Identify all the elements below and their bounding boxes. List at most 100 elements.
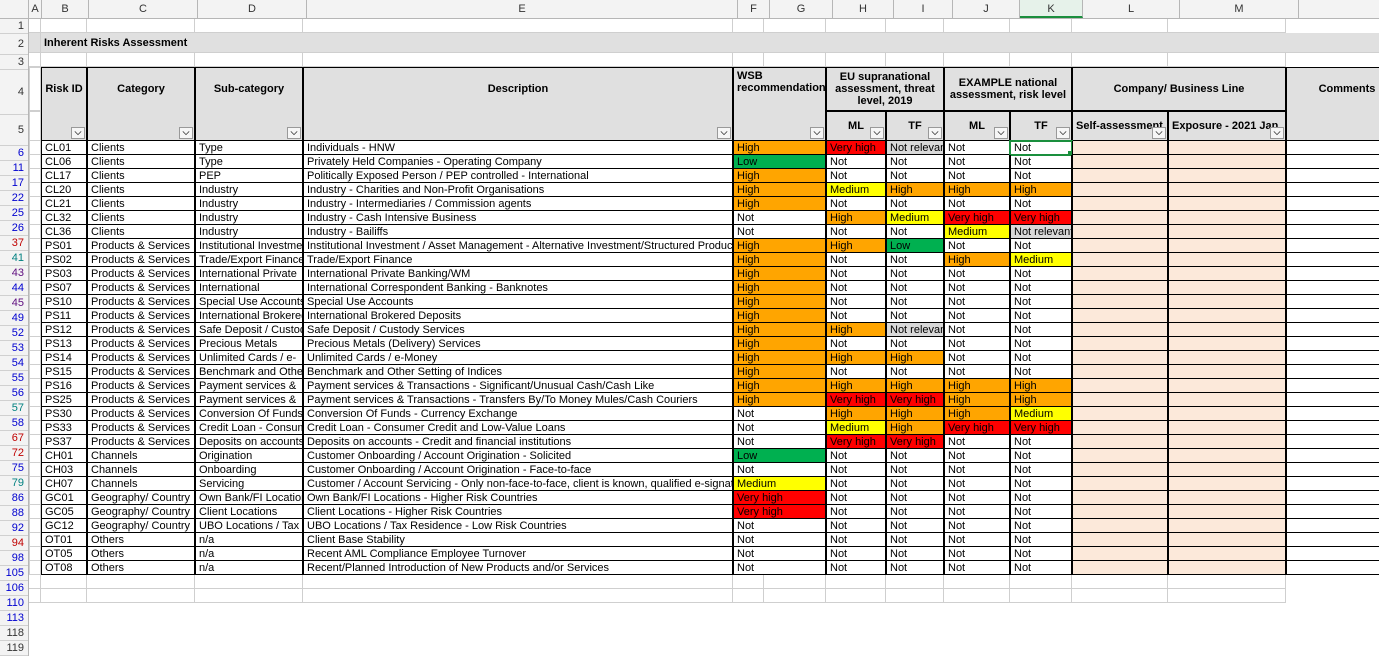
cell[interactable] — [1168, 197, 1286, 211]
cell[interactable]: Conversion Of Funds - — [195, 407, 303, 421]
row-number[interactable]: 6 — [0, 146, 28, 161]
cell[interactable]: Not — [826, 337, 886, 351]
cell[interactable] — [29, 309, 41, 323]
cell[interactable] — [1072, 365, 1168, 379]
cell[interactable]: Products & Services — [87, 393, 195, 407]
filter-eu-tf[interactable] — [928, 127, 942, 139]
col-A[interactable]: A — [29, 0, 42, 18]
cell[interactable] — [1286, 505, 1379, 519]
cell[interactable] — [1286, 155, 1379, 169]
cell[interactable]: Not — [826, 561, 886, 575]
cell[interactable]: Payment services & Transactions - Signif… — [303, 379, 733, 393]
row-number[interactable]: 94 — [0, 536, 28, 551]
cell[interactable]: Not — [1010, 309, 1072, 323]
filter-riskid[interactable] — [71, 127, 85, 139]
cell[interactable]: Not — [944, 547, 1010, 561]
cell[interactable] — [1072, 477, 1168, 491]
cell[interactable] — [1286, 365, 1379, 379]
cell[interactable] — [29, 253, 41, 267]
cell[interactable]: High — [733, 141, 826, 155]
cell[interactable]: Products & Services — [87, 267, 195, 281]
cell[interactable]: Special Use Accounts — [195, 295, 303, 309]
cell[interactable]: Own Bank/FI Locations - Higher Risk Coun… — [303, 491, 733, 505]
cell[interactable] — [29, 239, 41, 253]
row-number[interactable]: 11 — [0, 161, 28, 176]
row-number[interactable]: 44 — [0, 281, 28, 296]
row-number[interactable]: 113 — [0, 611, 28, 626]
cell[interactable]: Politically Exposed Person / PEP control… — [303, 169, 733, 183]
cell[interactable]: High — [733, 309, 826, 323]
cell[interactable]: Not — [826, 295, 886, 309]
cell[interactable]: Not — [1010, 239, 1072, 253]
cell[interactable] — [29, 393, 41, 407]
cell[interactable]: Not — [944, 519, 1010, 533]
cell[interactable]: High — [733, 267, 826, 281]
cell[interactable]: OT01 — [41, 533, 87, 547]
cell[interactable] — [1072, 547, 1168, 561]
cell[interactable]: Special Use Accounts — [303, 295, 733, 309]
cell[interactable]: High — [733, 323, 826, 337]
cell[interactable] — [1286, 351, 1379, 365]
filter-eu-ml[interactable] — [870, 127, 884, 139]
cell[interactable]: Products & Services — [87, 281, 195, 295]
cell[interactable]: International Brokered Deposits — [303, 309, 733, 323]
cell[interactable]: Not — [826, 225, 886, 239]
cell[interactable]: GC01 — [41, 491, 87, 505]
cell[interactable]: Very high — [944, 211, 1010, 225]
cell[interactable]: Not — [1010, 323, 1072, 337]
cell[interactable] — [1072, 225, 1168, 239]
cell[interactable] — [1286, 407, 1379, 421]
cell[interactable]: Others — [87, 533, 195, 547]
cell[interactable]: Institutional Investment — [195, 239, 303, 253]
cell[interactable]: Geography/ Country — [87, 491, 195, 505]
cell[interactable] — [1168, 295, 1286, 309]
cell[interactable]: High — [733, 365, 826, 379]
row-number[interactable]: 58 — [0, 416, 28, 431]
cell[interactable]: Not — [886, 197, 944, 211]
cell[interactable]: n/a — [195, 561, 303, 575]
cell[interactable]: Clients — [87, 225, 195, 239]
cell[interactable]: Others — [87, 547, 195, 561]
col-B[interactable]: B — [42, 0, 89, 18]
cell[interactable]: Very high — [1010, 211, 1072, 225]
cell[interactable] — [1072, 309, 1168, 323]
cell[interactable] — [1072, 267, 1168, 281]
cell[interactable]: Not — [944, 561, 1010, 575]
row-number[interactable]: 56 — [0, 386, 28, 401]
cell[interactable] — [1168, 533, 1286, 547]
cell[interactable]: Not — [1010, 169, 1072, 183]
cell[interactable]: Credit Loan - Consumer — [195, 421, 303, 435]
cell[interactable] — [1286, 323, 1379, 337]
cell[interactable]: Precious Metals (Delivery) Services — [303, 337, 733, 351]
cell[interactable]: Not — [733, 533, 826, 547]
cell[interactable] — [1286, 379, 1379, 393]
row-number[interactable]: 98 — [0, 551, 28, 566]
cell[interactable] — [29, 211, 41, 225]
cell[interactable]: PS07 — [41, 281, 87, 295]
cell[interactable]: High — [886, 421, 944, 435]
cell[interactable]: Not — [1010, 351, 1072, 365]
cell[interactable]: Products & Services — [87, 323, 195, 337]
cell[interactable]: CL17 — [41, 169, 87, 183]
cell[interactable]: Not — [886, 169, 944, 183]
cell[interactable]: Not — [826, 365, 886, 379]
cell[interactable]: Client Locations - Higher Risk Countries — [303, 505, 733, 519]
cell[interactable] — [1168, 211, 1286, 225]
cell[interactable]: Not — [1010, 547, 1072, 561]
cell[interactable]: Medium — [1010, 253, 1072, 267]
cell[interactable]: Not — [944, 239, 1010, 253]
cell[interactable]: CL06 — [41, 155, 87, 169]
filter-ex-ml[interactable] — [994, 127, 1008, 139]
row-number[interactable]: 79 — [0, 476, 28, 491]
cell[interactable]: UBO Locations / Tax — [195, 519, 303, 533]
cell[interactable] — [29, 323, 41, 337]
cell[interactable]: High — [944, 183, 1010, 197]
cell[interactable] — [29, 435, 41, 449]
cell[interactable] — [1286, 491, 1379, 505]
cell[interactable]: Not — [886, 309, 944, 323]
cell[interactable] — [29, 533, 41, 547]
col-C[interactable]: C — [89, 0, 198, 18]
cell[interactable] — [1168, 477, 1286, 491]
cell[interactable]: Industry - Intermediaries / Commission a… — [303, 197, 733, 211]
cell[interactable]: Not — [944, 505, 1010, 519]
